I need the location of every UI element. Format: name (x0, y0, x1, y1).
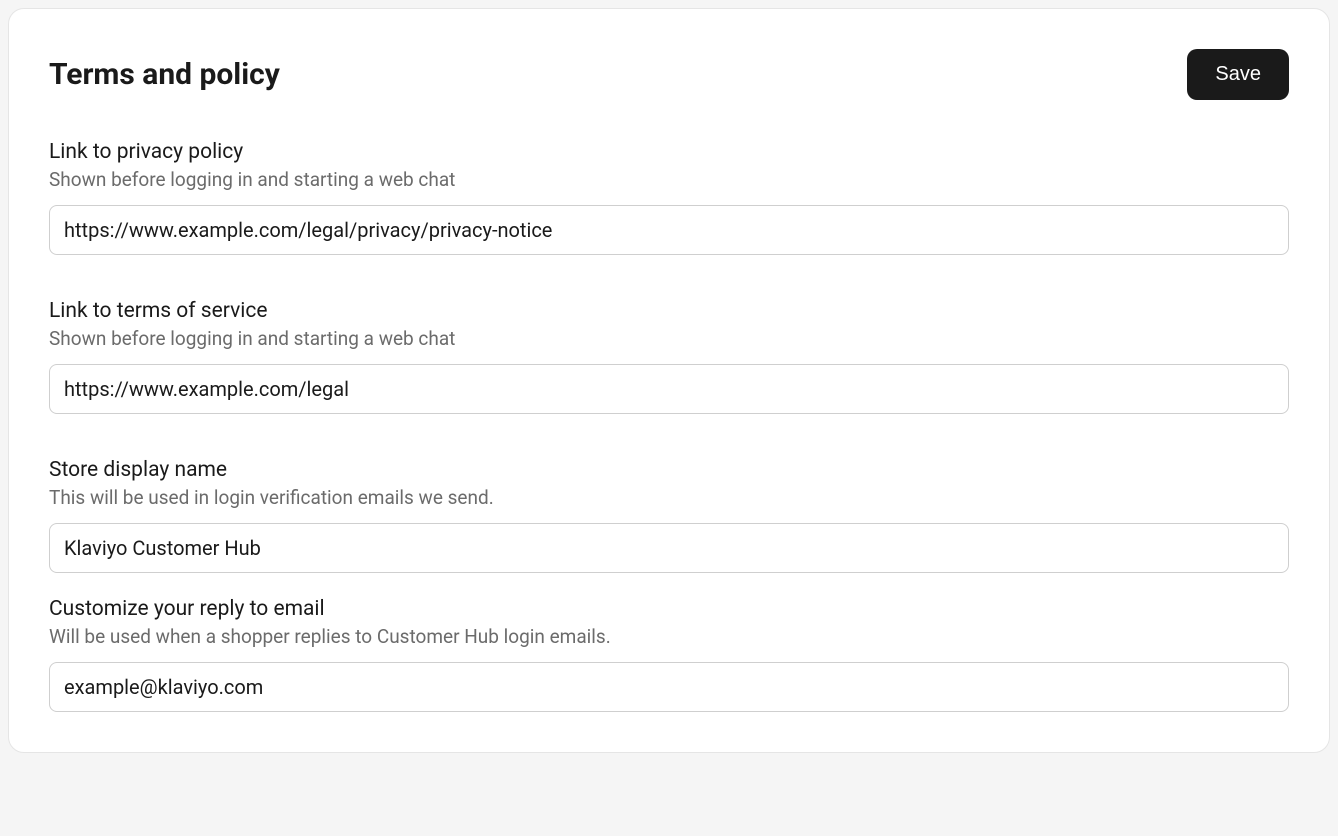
terms-service-label: Link to terms of service (49, 299, 1289, 323)
store-name-input[interactable] (49, 523, 1289, 573)
terms-service-field-group: Link to terms of service Shown before lo… (49, 299, 1289, 414)
reply-email-field-group: Customize your reply to email Will be us… (49, 597, 1289, 712)
card-header: Terms and policy Save (49, 49, 1289, 100)
terms-service-input[interactable] (49, 364, 1289, 414)
save-button[interactable]: Save (1187, 49, 1289, 100)
terms-policy-card: Terms and policy Save Link to privacy po… (8, 8, 1330, 753)
reply-email-label: Customize your reply to email (49, 597, 1289, 621)
terms-service-help: Shown before logging in and starting a w… (49, 327, 1289, 350)
store-name-label: Store display name (49, 458, 1289, 482)
privacy-policy-field-group: Link to privacy policy Shown before logg… (49, 140, 1289, 255)
privacy-policy-help: Shown before logging in and starting a w… (49, 168, 1289, 191)
reply-email-input[interactable] (49, 662, 1289, 712)
store-name-field-group: Store display name This will be used in … (49, 458, 1289, 573)
reply-email-help: Will be used when a shopper replies to C… (49, 625, 1289, 648)
page-title: Terms and policy (49, 57, 280, 92)
store-name-help: This will be used in login verification … (49, 486, 1289, 509)
privacy-policy-label: Link to privacy policy (49, 140, 1289, 164)
privacy-policy-input[interactable] (49, 205, 1289, 255)
